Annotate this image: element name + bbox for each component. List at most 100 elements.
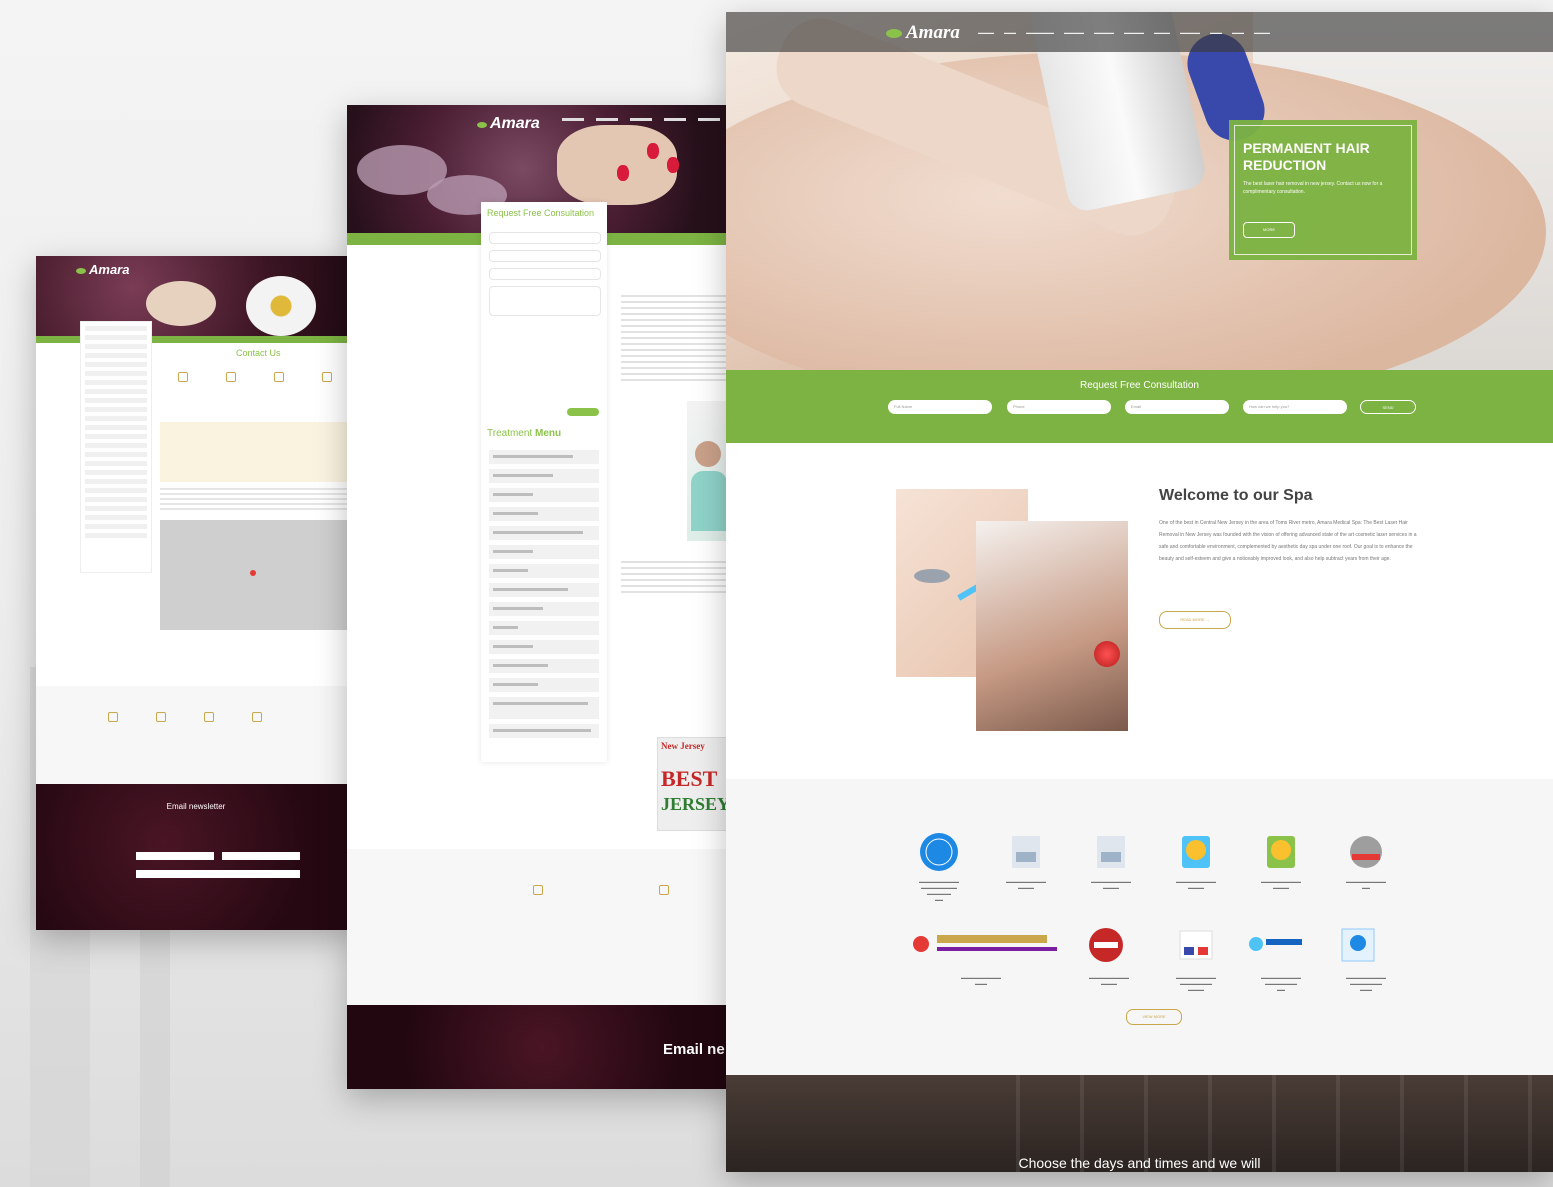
promo-text: The best laser hair removal in new jerse… bbox=[1243, 181, 1383, 195]
treatment-item[interactable] bbox=[489, 640, 599, 654]
treatment-item[interactable] bbox=[489, 678, 599, 692]
message-input[interactable] bbox=[489, 286, 601, 316]
laser-board-logo-icon bbox=[913, 935, 1057, 952]
treatment-item[interactable] bbox=[489, 545, 599, 559]
shot2-logo: Amara bbox=[477, 115, 540, 133]
mail-icon bbox=[204, 712, 214, 722]
full-name-input[interactable]: Full Name bbox=[888, 400, 992, 414]
phone-icon bbox=[659, 885, 669, 895]
award-caption: ▬▬▬▬▬▬▬▬▬▬ ▬▬▬▬ bbox=[1176, 879, 1216, 890]
newsletter-message-input[interactable] bbox=[136, 870, 300, 878]
location-map[interactable] bbox=[160, 520, 356, 630]
about-text bbox=[621, 295, 731, 385]
welcome-section: Welcome to our Spa One of the best in Ce… bbox=[726, 443, 1553, 779]
contact-sidebar bbox=[80, 321, 152, 573]
award-caption: ▬▬▬▬▬▬▬▬▬▬ ▬▬▬▬▬▬▬▬ ▬▬▬ bbox=[1346, 975, 1386, 992]
newsletter-name-input[interactable] bbox=[136, 852, 214, 860]
phone-icon bbox=[226, 372, 236, 382]
email-input[interactable]: Email bbox=[1125, 400, 1229, 414]
daisy-image bbox=[246, 276, 316, 336]
contest-poster-icon bbox=[1341, 928, 1375, 962]
best-of-jersey-magazine: New Jersey BEST JERSEY bbox=[657, 737, 731, 831]
menu-item[interactable]: ▬▬▬▬ bbox=[978, 30, 994, 35]
send-button[interactable]: SEND bbox=[1360, 400, 1416, 414]
home-hero bbox=[726, 12, 1553, 370]
menu-item[interactable]: ▬▬▬▬▬ bbox=[1180, 30, 1200, 35]
phone-input[interactable]: Phone bbox=[1007, 400, 1111, 414]
amara-logo[interactable]: Amara bbox=[886, 22, 960, 44]
treatment-item[interactable] bbox=[489, 583, 599, 597]
treatment-item[interactable] bbox=[489, 697, 599, 719]
award-caption: ▬▬▬▬▬▬▬▬▬▬ ▬▬▬ bbox=[961, 975, 1001, 986]
location-icon bbox=[108, 712, 118, 722]
about-page-screenshot: Amara Request Free Consultation Treatmen… bbox=[347, 105, 737, 1089]
consultation-sidebar: Request Free Consultation Treatment Menu bbox=[481, 202, 607, 762]
menu-item[interactable]: ▬▬▬ bbox=[1232, 30, 1244, 35]
location-icon bbox=[533, 885, 543, 895]
menu-item[interactable]: ▬▬▬▬ bbox=[1254, 30, 1270, 35]
schedule-title: Choose the days and times and we will bbox=[1018, 1155, 1261, 1171]
treatment-item[interactable] bbox=[489, 659, 599, 673]
newsletter-email-input[interactable] bbox=[222, 852, 300, 860]
contact-icons bbox=[178, 372, 332, 382]
best-of-award-icon bbox=[1267, 836, 1295, 868]
award-caption: ▬▬▬▬▬▬▬▬▬▬ ▬▬▬▬▬▬▬▬ ▬▬ bbox=[1261, 975, 1301, 992]
award-caption: ▬▬▬▬▬▬▬▬▬▬ ▬▬▬▬▬▬▬▬▬ ▬▬▬▬▬▬ ▬▬ bbox=[919, 879, 959, 902]
promo-title: PERMANENT HAIR REDUCTION bbox=[1243, 140, 1370, 173]
clock-icon bbox=[322, 372, 332, 382]
treatment-item[interactable] bbox=[489, 564, 599, 578]
treatment-item[interactable] bbox=[489, 507, 599, 521]
treatment-menu-title: Treatment Menu bbox=[487, 428, 562, 439]
full-name-input[interactable] bbox=[489, 232, 601, 244]
consultation-form-title: Request Free Consultation bbox=[487, 208, 595, 218]
award-caption: ▬▬▬▬▬▬▬▬▬▬ ▬▬▬▬ bbox=[1091, 879, 1131, 890]
award-2015-icon bbox=[1097, 836, 1125, 868]
consultation-bar: Request Free Consultation Full Name Phon… bbox=[726, 370, 1553, 443]
newsletter-section: Email ne bbox=[347, 1005, 737, 1089]
phone-input[interactable] bbox=[489, 250, 601, 262]
menu-item[interactable]: ▬▬▬ bbox=[1004, 30, 1016, 35]
foot-image bbox=[557, 125, 677, 205]
contact-page-screenshot: Amara Contact Us Email newsletter bbox=[36, 256, 356, 930]
promo-more-button[interactable]: MORE bbox=[1243, 222, 1295, 238]
menu-item[interactable]: ▬▬▬ bbox=[1210, 30, 1222, 35]
welcome-text: One of the best in Central New Jersey in… bbox=[1159, 520, 1417, 562]
schedule-section: Choose the days and times and we will bbox=[726, 1075, 1553, 1172]
footer-info bbox=[36, 686, 356, 786]
magazine-line-3: JERSEY bbox=[661, 794, 731, 814]
shot2-nav[interactable] bbox=[562, 118, 720, 121]
clock-icon bbox=[252, 712, 262, 722]
treatment-item[interactable] bbox=[489, 469, 599, 483]
treatment-item[interactable] bbox=[489, 621, 599, 635]
contact-text bbox=[160, 488, 356, 512]
shot1-logo: Amara bbox=[76, 262, 129, 277]
hair-reduction-promo: PERMANENT HAIR REDUCTION The best laser … bbox=[1229, 120, 1417, 260]
award-caption: ▬▬▬▬▬▬▬▬▬▬ ▬▬▬▬ bbox=[1261, 879, 1301, 890]
message-input[interactable]: How can we help you? bbox=[1243, 400, 1347, 414]
treatment-item[interactable] bbox=[489, 724, 599, 738]
menu-item[interactable]: ▬▬▬▬▬ bbox=[1094, 30, 1114, 35]
send-button[interactable] bbox=[567, 408, 599, 416]
home-page-screenshot: Amara ▬▬▬▬ ▬▬▬ ▬▬▬▬▬▬▬ ▬▬▬▬▬ ▬▬▬▬▬ ▬▬▬▬▬… bbox=[726, 12, 1553, 1172]
menu-item[interactable]: ▬▬▬▬▬ bbox=[1124, 30, 1144, 35]
read-more-button[interactable]: READ MORE → bbox=[1159, 611, 1231, 629]
newsletter-title: Email ne bbox=[663, 1041, 725, 1058]
treatment-item[interactable] bbox=[489, 488, 599, 502]
award-caption: ▬▬▬▬▬▬▬▬▬▬ ▬▬▬▬▬▬▬▬ ▬▬▬▬ bbox=[1176, 975, 1216, 992]
contact-callout-box bbox=[160, 422, 356, 482]
newsletter-title: Email newsletter bbox=[166, 802, 226, 811]
awards-section: ▬▬▬▬▬▬▬▬▬▬ ▬▬▬▬▬▬▬▬▬ ▬▬▬▬▬▬ ▬▬ ▬▬▬▬▬▬▬▬▬▬ ▬▬… bbox=[726, 779, 1553, 1075]
main-menu[interactable]: ▬▬▬▬ ▬▬▬ ▬▬▬▬▬▬▬ ▬▬▬▬▬ ▬▬▬▬▬ ▬▬▬▬▬ ▬▬▬▬ … bbox=[978, 30, 1270, 35]
treatment-item[interactable] bbox=[489, 526, 599, 540]
treatment-item[interactable] bbox=[489, 602, 599, 616]
email-input[interactable] bbox=[489, 268, 601, 280]
certificate-icon bbox=[1179, 930, 1213, 960]
treatment-item[interactable] bbox=[489, 450, 599, 464]
menu-item[interactable]: ▬▬▬▬ bbox=[1154, 30, 1170, 35]
seal-award-icon bbox=[1350, 836, 1382, 868]
view-more-button[interactable]: VIEW MORE bbox=[1126, 1009, 1182, 1025]
menu-item[interactable]: ▬▬▬▬▬ bbox=[1064, 30, 1084, 35]
menu-item[interactable]: ▬▬▬▬▬▬▬ bbox=[1026, 30, 1054, 35]
about-text-2 bbox=[621, 561, 731, 595]
facial-treatment-photo bbox=[976, 521, 1128, 731]
